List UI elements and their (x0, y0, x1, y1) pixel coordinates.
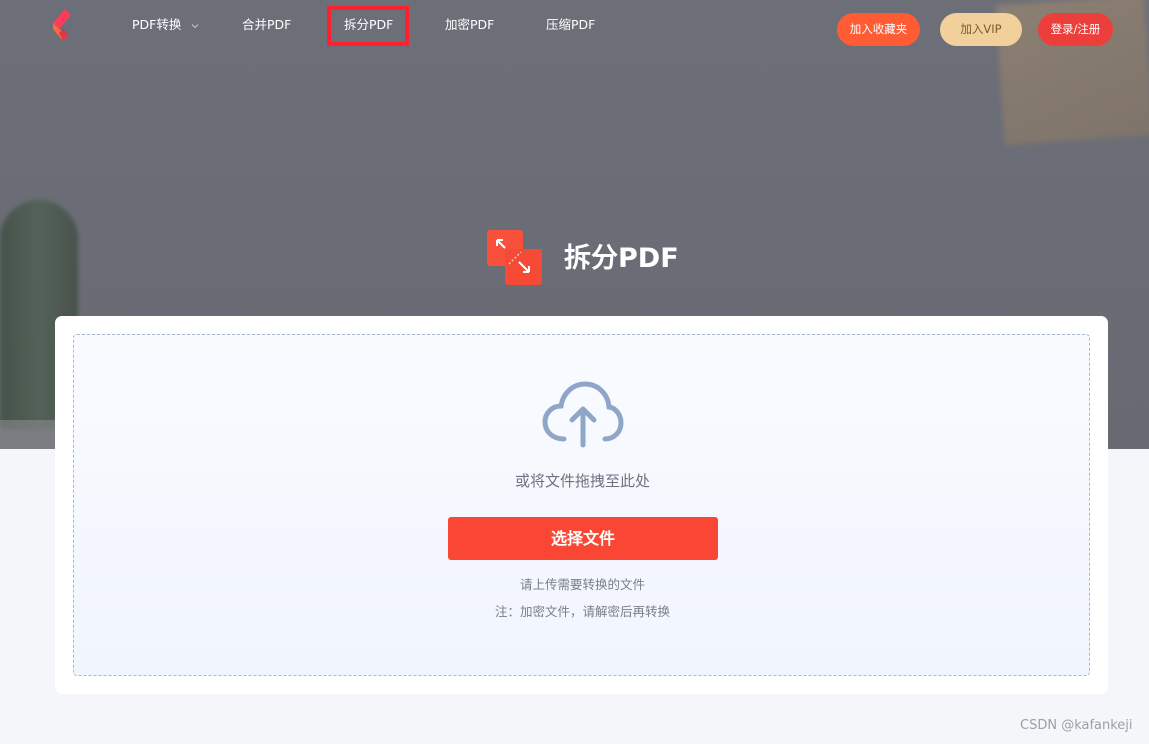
upload-card: 或将文件拖拽至此处 选择文件 请上传需要转换的文件 注：加密文件，请解密后再转换 (55, 316, 1108, 694)
split-pdf-icon (487, 230, 542, 285)
drop-hint-text: 或将文件拖拽至此处 (514, 472, 650, 490)
nav-item-encrypt-pdf[interactable]: 加密PDF (445, 15, 494, 35)
login-register-button[interactable]: 登录/注册 (1038, 13, 1113, 46)
page-title: 拆分PDF (564, 243, 679, 274)
watermark: CSDN @kafankeji (1020, 718, 1133, 733)
nav-label-pdf-convert: PDF转换 (132, 17, 182, 32)
chevron-down-icon (191, 23, 199, 28)
page: PDF转换 合并PDF 拆分PDF 加密PDF 压缩PDF 加入收藏夹 加入VI… (0, 0, 1149, 744)
cloud-upload-icon (542, 381, 624, 448)
active-nav-highlight-box (327, 6, 409, 46)
top-nav: PDF转换 合并PDF 拆分PDF 加密PDF 压缩PDF 加入收藏夹 加入VI… (0, 0, 1149, 50)
nav-item-merge-pdf[interactable]: 合并PDF (242, 15, 291, 35)
select-file-button[interactable]: 选择文件 (448, 517, 718, 560)
nav-item-pdf-convert[interactable]: PDF转换 (132, 15, 199, 35)
nav-item-compress-pdf[interactable]: 压缩PDF (546, 15, 595, 35)
encrypted-file-note: 注：加密文件，请解密后再转换 (494, 604, 670, 619)
pot-decoration (0, 420, 60, 449)
add-favorite-button[interactable]: 加入收藏夹 (837, 13, 920, 46)
file-dropzone[interactable]: 或将文件拖拽至此处 选择文件 请上传需要转换的文件 注：加密文件，请解密后再转换 (73, 334, 1090, 676)
join-vip-button[interactable]: 加入VIP (940, 13, 1022, 46)
logo-icon[interactable] (49, 9, 75, 41)
upload-hint: 请上传需要转换的文件 (519, 577, 645, 592)
